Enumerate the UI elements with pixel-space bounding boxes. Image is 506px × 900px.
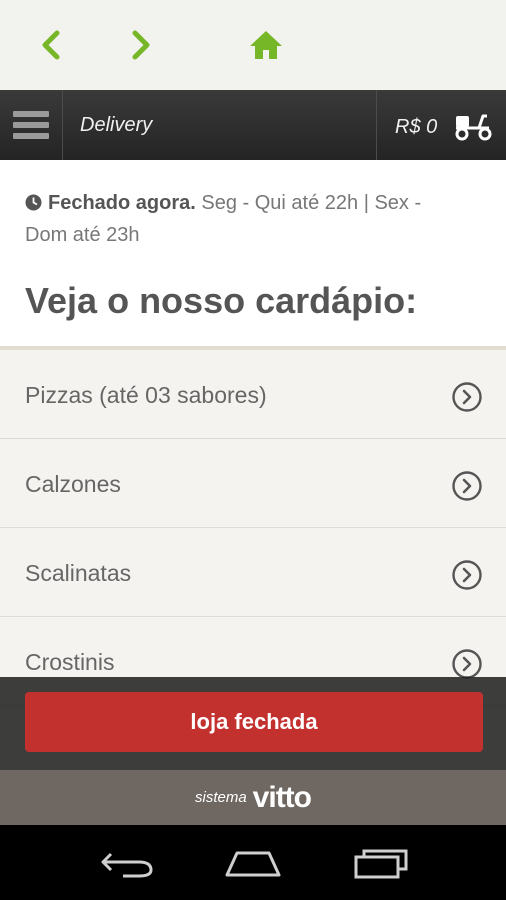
brand-prefix: sistema	[194, 789, 247, 806]
chevron-circle-right-icon	[452, 471, 482, 501]
chevron-circle-right-icon	[452, 649, 482, 679]
menu-item-calzones[interactable]: Calzones	[0, 439, 506, 528]
forward-button[interactable]	[123, 27, 159, 63]
menu-item-label: Scalinatas	[25, 560, 132, 586]
browser-toolbar	[0, 0, 506, 90]
home-icon	[250, 31, 282, 59]
system-home-button[interactable]	[217, 843, 289, 883]
store-info: Fechado agora. Seg - Qui até 22h | Sex -…	[0, 160, 506, 350]
back-button[interactable]	[33, 27, 69, 63]
page-title: Delivery	[80, 114, 153, 136]
menu-item-scalinatas[interactable]: Scalinatas	[0, 528, 506, 617]
menu-item-pizzas[interactable]: Pizzas (até 03 sabores)	[0, 350, 506, 439]
store-hours: Fechado agora. Seg - Qui até 22h | Sex -…	[25, 187, 465, 251]
store-closed-button[interactable]: loja fechada	[25, 692, 483, 752]
system-back-button[interactable]	[91, 843, 163, 883]
brand-footer: sistema vitto	[0, 770, 506, 825]
clock-icon	[25, 194, 42, 211]
menu-heading: Veja o nosso cardápio:	[25, 280, 418, 321]
cart-button[interactable]: R$ 0	[376, 90, 506, 160]
menu-button[interactable]	[0, 90, 63, 160]
system-recents-button[interactable]	[346, 843, 418, 883]
home-nav-button[interactable]	[248, 27, 284, 63]
scooter-icon	[455, 114, 492, 141]
home-outline-icon	[225, 851, 281, 877]
menu-item-label: Pizzas (até 03 sabores)	[25, 382, 267, 408]
chevron-circle-right-icon	[452, 382, 482, 412]
bottom-action-panel: loja fechada	[0, 677, 506, 770]
brand-logo: vitto	[252, 780, 312, 814]
chevron-circle-right-icon	[452, 560, 482, 590]
cart-total: R$ 0	[395, 116, 438, 138]
app-header: Delivery R$ 0	[0, 90, 506, 160]
hamburger-menu-icon	[13, 111, 49, 139]
back-arrow-icon	[101, 852, 153, 878]
menu-item-label: Calzones	[25, 471, 121, 497]
system-navigation-bar	[0, 825, 506, 900]
chevron-right-icon	[132, 30, 150, 60]
menu-item-label: Crostinis	[25, 649, 115, 675]
store-status: Fechado agora.	[48, 192, 196, 214]
menu-list: Pizzas (até 03 sabores) Calzones Scalina…	[0, 350, 506, 706]
chevron-left-icon	[42, 30, 60, 60]
recent-apps-icon	[354, 849, 408, 879]
